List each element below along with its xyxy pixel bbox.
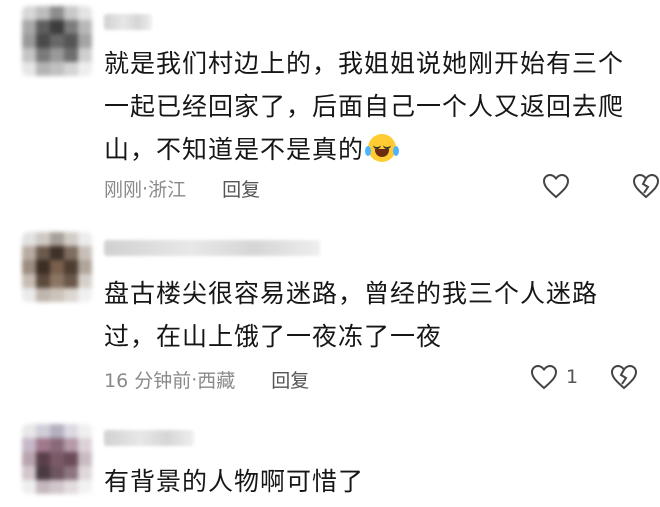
comment-time: 16 分钟前 xyxy=(104,370,192,392)
comment-actions: 1 xyxy=(528,361,640,393)
like-button[interactable] xyxy=(540,170,572,202)
like-count: 1 xyxy=(566,366,579,388)
comment-time: 刚刚 xyxy=(104,179,143,201)
username-blurred[interactable] xyxy=(104,430,194,446)
comment-text-content: 就是我们村边上的，我姐姐说她刚开始有三个 一起已经回家了，后面自己一个人又返回去… xyxy=(104,49,625,164)
reply-button[interactable]: 回复 xyxy=(271,366,309,393)
comment-text-content: 盘古楼尖很容易迷路，曾经的我三个人迷路 过，在山上饿了一夜冻了一夜 xyxy=(104,279,599,351)
username-blurred[interactable] xyxy=(104,14,152,30)
comment-text: 盘古楼尖很容易迷路，曾经的我三个人迷路 过，在山上饿了一夜冻了一夜 xyxy=(104,272,644,358)
comment-text: 就是我们村边上的，我姐姐说她刚开始有三个 一起已经回家了，后面自己一个人又返回去… xyxy=(104,42,644,171)
dislike-button[interactable] xyxy=(630,170,660,202)
avatar[interactable] xyxy=(22,424,92,494)
comment-text: 有背景的人物啊可惜了 xyxy=(104,460,644,503)
heart-outline-icon xyxy=(530,364,558,390)
comment-meta: 刚刚 · 浙江 回复 xyxy=(104,175,260,202)
reply-button[interactable]: 回复 xyxy=(222,175,260,202)
comment-location: 西藏 xyxy=(197,370,236,392)
comment-text-content: 有背景的人物啊可惜了 xyxy=(104,467,365,496)
broken-heart-icon xyxy=(611,364,638,390)
like-button[interactable] xyxy=(528,361,560,393)
avatar[interactable] xyxy=(22,6,92,76)
dislike-button[interactable] xyxy=(608,361,640,393)
comment-location: 浙江 xyxy=(148,179,187,201)
comment-meta: 16 分钟前 · 西藏 回复 xyxy=(104,366,309,393)
laughing-crying-emoji-icon xyxy=(365,134,400,162)
broken-heart-icon xyxy=(632,173,660,199)
username-blurred[interactable] xyxy=(104,240,320,256)
heart-outline-icon xyxy=(542,173,570,199)
avatar[interactable] xyxy=(22,232,92,302)
comment-actions xyxy=(540,170,660,202)
